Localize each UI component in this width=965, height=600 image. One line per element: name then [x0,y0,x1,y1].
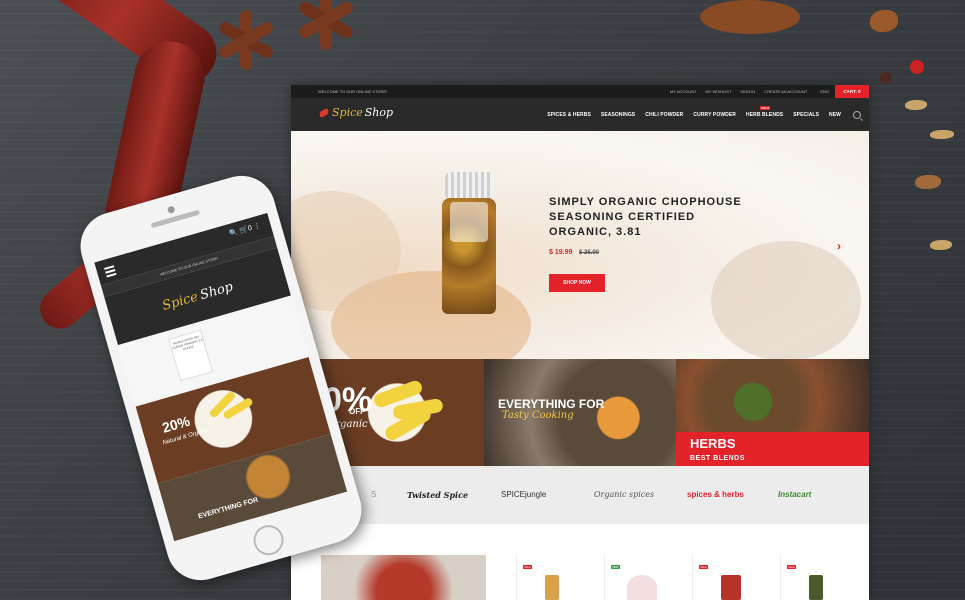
shop-now-button[interactable]: SHOP NOW [549,274,605,292]
phone-mockup: 🔍 🛒0 ⋮ WELCOME TO OUR ONLINE STORE! Spic… [60,167,382,589]
banner-tasty: Tasty Cooking [502,410,574,421]
hero-old-price: $ 25.00 [579,250,600,256]
product-thumb [809,575,823,600]
menu-item-spices-herbs[interactable]: SPICES & HERBS [547,112,591,118]
sale-tag: SALE [699,565,708,569]
speaker-grille [150,209,201,229]
next-arrow-icon[interactable]: › [837,239,841,253]
home-button[interactable] [249,521,288,559]
seed [930,130,954,139]
logo[interactable]: Spice Shop [318,106,394,119]
seed [905,100,927,110]
logo-text-spice: Spice [332,106,363,119]
product-row: SALE NEW SALE SALE [321,555,869,600]
seed [915,175,941,189]
my-wishlist-link[interactable]: MY WISHLIST [705,89,731,94]
sale-tag: SALE [787,565,796,569]
seed [870,10,898,32]
product-jar [442,172,496,314]
star-anise [296,0,356,50]
banner-best-blends: BEST BLENDS [690,455,745,462]
brand-twisted-spice[interactable]: Twisted Spice [407,490,468,500]
jar-label [450,202,488,242]
phone-body: 🔍 🛒0 ⋮ WELCOME TO OUR ONLINE STORE! Spic… [72,167,370,589]
product-card[interactable]: NEW [604,555,685,600]
cart-button[interactable]: CART: 0 [835,85,869,98]
mobile-product-box: WHOLE SPICE BAY LEAVES POWDER, 1.6 OUNCE [168,329,214,382]
main-nav: Spice Shop SPICES & HERBS SEASONINGS CHI… [291,98,869,131]
menu-item-herb-blends[interactable]: SALE HERB BLENDS [746,105,784,118]
mobile-logo-spice: Spice [160,289,200,314]
chili-logo-icon [318,107,330,118]
herb-blends-label: HERB BLENDS [746,111,784,118]
menu-item-curry-powder[interactable]: CURRY POWDER [693,112,736,118]
camera-icon [166,205,176,215]
product-card[interactable]: SALE [780,555,861,600]
spice-bowl [711,241,861,361]
mobile-header-icons[interactable]: 🔍 🛒0 ⋮ [228,221,262,238]
welcome-text: WELCOME TO OUR ONLINE STORE! [318,89,388,94]
menu: SPICES & HERBS SEASONINGS CHILI POWDER C… [547,98,841,131]
peppercorn [880,72,892,84]
brand-spices-herbs[interactable]: spices & herbs [687,490,744,499]
banner-herbs-title: HERBS [690,436,736,451]
menu-item-new[interactable]: NEW [829,112,841,118]
menu-item-chili-powder[interactable]: CHILI POWDER [645,112,683,118]
product-card[interactable]: SALE [692,555,773,600]
language-select[interactable]: ENG [820,89,829,94]
menu-item-seasonings[interactable]: SEASONINGS [601,112,635,118]
hamburger-icon[interactable] [104,265,115,270]
new-tag: NEW [611,565,620,569]
brand-organic-spices[interactable]: Organic spices [594,490,654,499]
seed [930,240,952,250]
phone-screen: 🔍 🛒0 ⋮ WELCOME TO OUR ONLINE STORE! Spic… [94,212,348,542]
banner-everything: EVERYTHING FOR [498,397,605,411]
banner-herbs[interactable]: HERBS BEST BLENDS [676,359,869,466]
hero-title: SIMPLY ORGANIC CHOPHOUSE SEASONING CERTI… [549,196,742,238]
jar-cap [445,172,493,200]
banner-cooking[interactable]: EVERYTHING FOR Tasty Cooking [484,359,676,466]
star-anise [216,10,276,70]
product-thumb [721,575,741,600]
menu-item-specials[interactable]: SPECIALS [793,112,819,118]
create-account-link[interactable]: CREATE AN ACCOUNT [764,89,807,94]
logo-text-shop: Shop [364,106,394,119]
sale-badge: SALE [760,105,771,110]
product-card[interactable]: SALE [516,555,597,600]
cart-label: CART: 0 [843,89,861,94]
hero-price: $ 19.99 [549,249,573,256]
product-thumb [545,575,559,600]
nutmeg [700,0,800,34]
peppercorn [910,60,924,74]
mobile-logo-shop: Shop [198,279,235,303]
mobile-banner-everything: EVERYTHING FOR [197,496,260,521]
sign-in-link[interactable]: SIGN IN [740,89,755,94]
my-account-link[interactable]: MY ACCOUNT [670,89,697,94]
search-icon[interactable] [853,111,861,119]
brand-instacart[interactable]: Instacart [778,490,811,499]
top-bar: WELCOME TO OUR ONLINE STORE! MY ACCOUNT … [291,85,869,98]
sale-tag: SALE [523,565,532,569]
product-thumb [627,575,657,600]
brand-spice-jungle[interactable]: SPICEjungle [501,490,546,499]
